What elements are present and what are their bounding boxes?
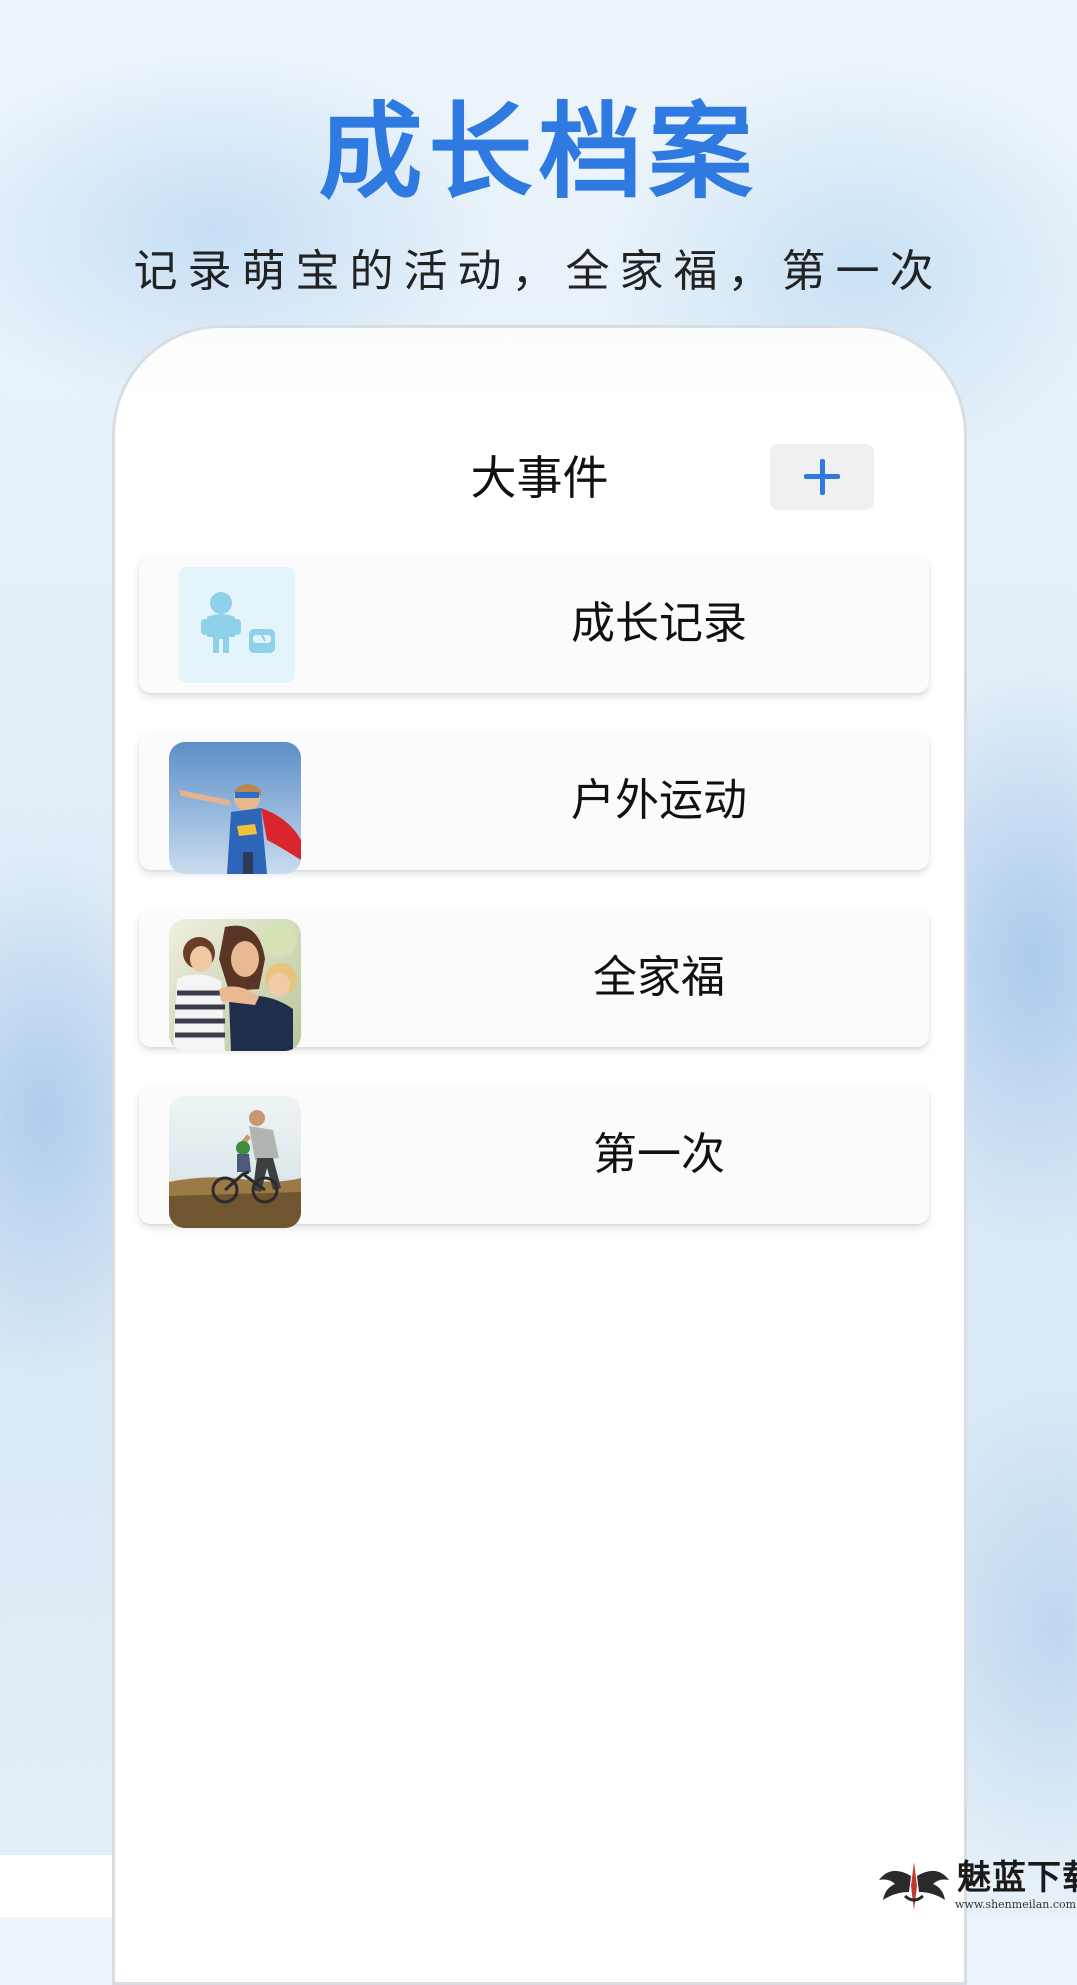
event-label: 户外运动 (571, 775, 747, 826)
event-label: 成长记录 (571, 598, 747, 649)
status-bar-area (115, 328, 964, 408)
outdoor-sport-photo (169, 742, 301, 874)
dragon-logo-icon (879, 1862, 949, 1910)
event-card-outdoor[interactable]: 户外运动 (139, 732, 929, 874)
hero-title: 成长档案 (318, 91, 759, 213)
watermark: 魅蓝下载 www.shenmeilan.com (875, 1858, 1077, 1914)
phone-frame: 大事件 成长记录 户外运动 全家福 第一次 (112, 325, 967, 1985)
bottom-strip (0, 1855, 112, 1917)
event-card-family[interactable]: 全家福 (139, 909, 929, 1051)
plus-icon (804, 459, 840, 495)
watermark-url: www.shenmeilan.com (955, 1898, 1077, 1911)
app-header: 大事件 (115, 428, 964, 528)
hero-subtitle: 记录萌宝的活动，全家福，第一次 (133, 246, 944, 297)
event-card-growth-record[interactable]: 成长记录 (139, 555, 929, 693)
event-label: 第一次 (593, 1129, 725, 1180)
growth-record-icon (179, 567, 295, 683)
family-photo (169, 919, 301, 1051)
watermark-brand: 魅蓝下载 (957, 1858, 1077, 1898)
event-label: 全家福 (593, 952, 725, 1003)
first-time-photo (169, 1096, 301, 1228)
add-event-button[interactable] (770, 444, 874, 510)
event-card-first-time[interactable]: 第一次 (139, 1086, 929, 1228)
